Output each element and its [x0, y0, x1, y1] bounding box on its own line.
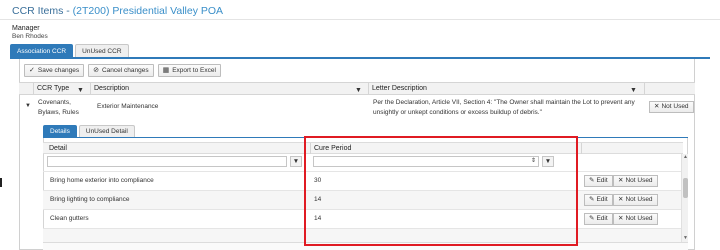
- export-excel-label: Export to Excel: [172, 67, 216, 74]
- col-detail[interactable]: Detail: [46, 143, 305, 154]
- spinner-icon[interactable]: ⇕: [531, 157, 536, 166]
- col-detail-actions: [581, 143, 683, 154]
- table-row: Bring lighting to compliance 14 ✎ Edit ✕…: [43, 190, 681, 209]
- cure-period-filter-input[interactable]: ⇕: [313, 156, 539, 167]
- cure-period-cell: 14: [314, 196, 322, 203]
- page-title-prefix: CCR Items -: [12, 5, 73, 17]
- detail-cell: Bring home exterior into compliance: [50, 177, 154, 184]
- close-icon: ✕: [618, 196, 624, 203]
- close-icon: ✕: [654, 103, 660, 110]
- edit-button[interactable]: ✎ Edit: [584, 175, 613, 187]
- close-icon: ✕: [618, 177, 624, 184]
- cancel-changes-label: Cancel changes: [101, 67, 149, 74]
- manager-name: Ben Rhodes: [12, 33, 48, 40]
- description-cell: Exterior Maintenance: [97, 103, 159, 110]
- export-icon: ▦: [162, 67, 170, 74]
- col-letter-description-label: Letter Description: [372, 85, 427, 92]
- edit-label: Edit: [596, 196, 608, 203]
- not-used-button[interactable]: ✕ Not Used: [613, 213, 658, 225]
- manager-label: Manager: [12, 25, 40, 32]
- main-tabs: Association CCR UnUsed CCR: [10, 44, 131, 57]
- edit-label: Edit: [596, 215, 608, 222]
- filter-icon[interactable]: ▼: [542, 156, 554, 167]
- scroll-up-icon[interactable]: ▲: [682, 154, 689, 161]
- tab-unused-ccr[interactable]: UnUsed CCR: [75, 44, 129, 57]
- detail-cell: Bring lighting to compliance: [50, 196, 130, 203]
- cancel-icon: ⊘: [93, 67, 99, 74]
- close-icon: ✕: [618, 215, 624, 222]
- tab-unused-detail[interactable]: UnUsed Detail: [78, 125, 135, 137]
- edge-marker: [0, 178, 2, 187]
- table-row: [43, 228, 681, 242]
- edit-icon: ✎: [589, 196, 595, 203]
- cure-period-cell: 14: [314, 215, 322, 222]
- letter-description-cell: Per the Declaration, Article VII, Sectio…: [373, 99, 635, 116]
- detail-cell: Clean gutters: [50, 215, 89, 222]
- save-icon: ✓: [29, 67, 35, 74]
- not-used-label: Not Used: [661, 103, 689, 110]
- not-used-button[interactable]: ✕ Not Used: [613, 194, 658, 206]
- scroll-down-icon[interactable]: ▼: [682, 235, 689, 242]
- not-used-label: Not Used: [625, 196, 653, 203]
- col-description-label: Description: [94, 85, 130, 92]
- ccr-type-cell: Covenants, Bylaws, Rules: [38, 99, 79, 116]
- table-row: Bring home exterior into compliance 30 ✎…: [43, 171, 681, 190]
- cancel-changes-button[interactable]: ⊘ Cancel changes: [88, 64, 154, 77]
- edit-icon: ✎: [589, 177, 595, 184]
- save-changes-button[interactable]: ✓ Save changes: [24, 64, 85, 77]
- edit-button[interactable]: ✎ Edit: [584, 194, 613, 206]
- filter-icon[interactable]: ▼: [290, 156, 302, 167]
- ccr-row: ▼ Covenants, Bylaws, Rules Exterior Main…: [19, 95, 695, 119]
- edit-icon: ✎: [589, 215, 595, 222]
- ccr-grid-header: CCR Type ▼ Description ▼ Letter Descript…: [19, 82, 695, 95]
- edit-button[interactable]: ✎ Edit: [584, 213, 613, 225]
- detail-filter-input[interactable]: [47, 156, 287, 167]
- export-excel-button[interactable]: ▦ Export to Excel: [157, 64, 221, 77]
- tab-association-ccr[interactable]: Association CCR: [10, 44, 74, 57]
- detail-filter-row: ▼ ⇕ ▼: [43, 154, 683, 170]
- col-ccr-type-label: CCR Type: [37, 85, 70, 92]
- col-ccr-type[interactable]: CCR Type ▼: [33, 83, 89, 95]
- detail-grid-header: Detail Cure Period: [43, 142, 683, 154]
- detail-grid-footer: [43, 242, 688, 250]
- not-used-button[interactable]: ✕ Not Used: [613, 175, 658, 187]
- not-used-label: Not Used: [625, 177, 653, 184]
- col-cure-period[interactable]: Cure Period: [310, 143, 580, 154]
- tab-details[interactable]: Details: [43, 125, 77, 137]
- edit-label: Edit: [596, 177, 608, 184]
- expand-icon[interactable]: ▼: [25, 103, 31, 109]
- association-link[interactable]: (2T200) Presidential Valley POA: [73, 5, 223, 17]
- scrollbar-thumb[interactable]: [683, 178, 688, 198]
- detail-tabs: Details UnUsed Detail: [43, 125, 137, 137]
- grid-toolbar: ✓ Save changes ⊘ Cancel changes ▦ Export…: [24, 64, 225, 78]
- save-changes-label: Save changes: [37, 67, 80, 74]
- not-used-label: Not Used: [625, 215, 653, 222]
- cure-period-cell: 30: [314, 177, 322, 184]
- detail-scrollbar[interactable]: ▲ ▼: [681, 154, 688, 242]
- title-divider: [0, 19, 720, 20]
- col-description[interactable]: Description ▼: [90, 83, 367, 95]
- page-title: CCR Items - (2T200) Presidential Valley …: [12, 5, 223, 17]
- col-letter-description[interactable]: Letter Description ▼: [368, 83, 643, 95]
- table-row: Clean gutters 14 ✎ Edit ✕ Not Used: [43, 209, 681, 228]
- col-actions: [644, 83, 695, 95]
- not-used-button[interactable]: ✕ Not Used: [649, 101, 694, 113]
